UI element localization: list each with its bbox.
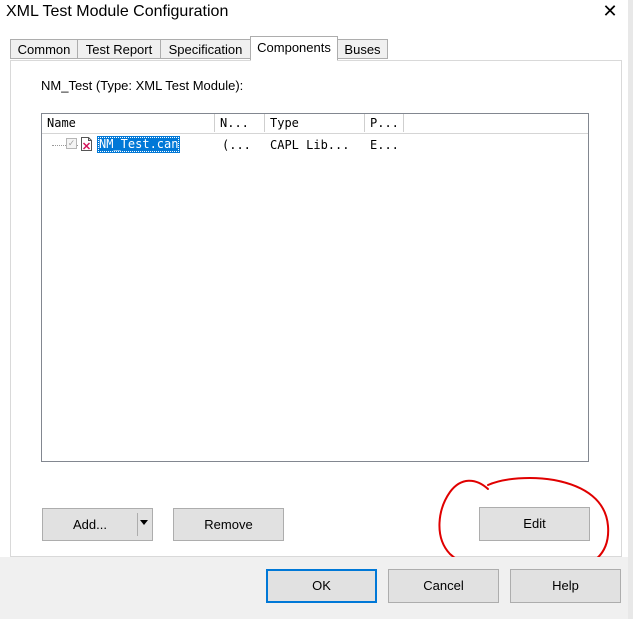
add-button[interactable]: Add... <box>42 508 153 541</box>
tab-common[interactable]: Common <box>10 39 78 59</box>
tab-test-report[interactable]: Test Report <box>77 39 161 59</box>
column-header-name[interactable]: Name <box>42 114 215 132</box>
add-split-divider <box>137 513 138 536</box>
component-type-value: CAPL Lib... <box>270 138 350 152</box>
chevron-down-icon[interactable] <box>140 520 148 525</box>
tab-specification[interactable]: Specification <box>160 39 251 59</box>
can-file-icon <box>81 137 92 151</box>
tab-components[interactable]: Components <box>250 36 338 61</box>
component-n-value: (... <box>222 138 251 152</box>
column-header-p[interactable]: P... <box>365 114 404 132</box>
cancel-button[interactable]: Cancel <box>388 569 499 603</box>
tab-bar: Common Test Report Specification Compone… <box>10 36 622 61</box>
ok-button[interactable]: OK <box>266 569 377 603</box>
column-header-type[interactable]: Type <box>265 114 365 132</box>
module-label: NM_Test (Type: XML Test Module): <box>41 78 244 93</box>
component-p-value: E... <box>370 138 399 152</box>
add-button-label: Add... <box>73 517 107 532</box>
close-icon[interactable]: ✕ <box>600 1 620 21</box>
help-button[interactable]: Help <box>510 569 621 603</box>
components-tree[interactable]: Name N... Type P... ✓ NM_Test.can (... C… <box>41 113 589 462</box>
component-checkbox[interactable]: ✓ <box>66 138 77 149</box>
component-name[interactable]: NM_Test.can <box>97 136 181 153</box>
remove-button[interactable]: Remove <box>173 508 284 541</box>
dialog-footer: OK Cancel Help <box>0 557 633 619</box>
window-edge <box>628 0 633 619</box>
dialog-title: XML Test Module Configuration <box>6 3 229 20</box>
column-header-n[interactable]: N... <box>215 114 265 132</box>
tab-buses[interactable]: Buses <box>337 39 388 59</box>
